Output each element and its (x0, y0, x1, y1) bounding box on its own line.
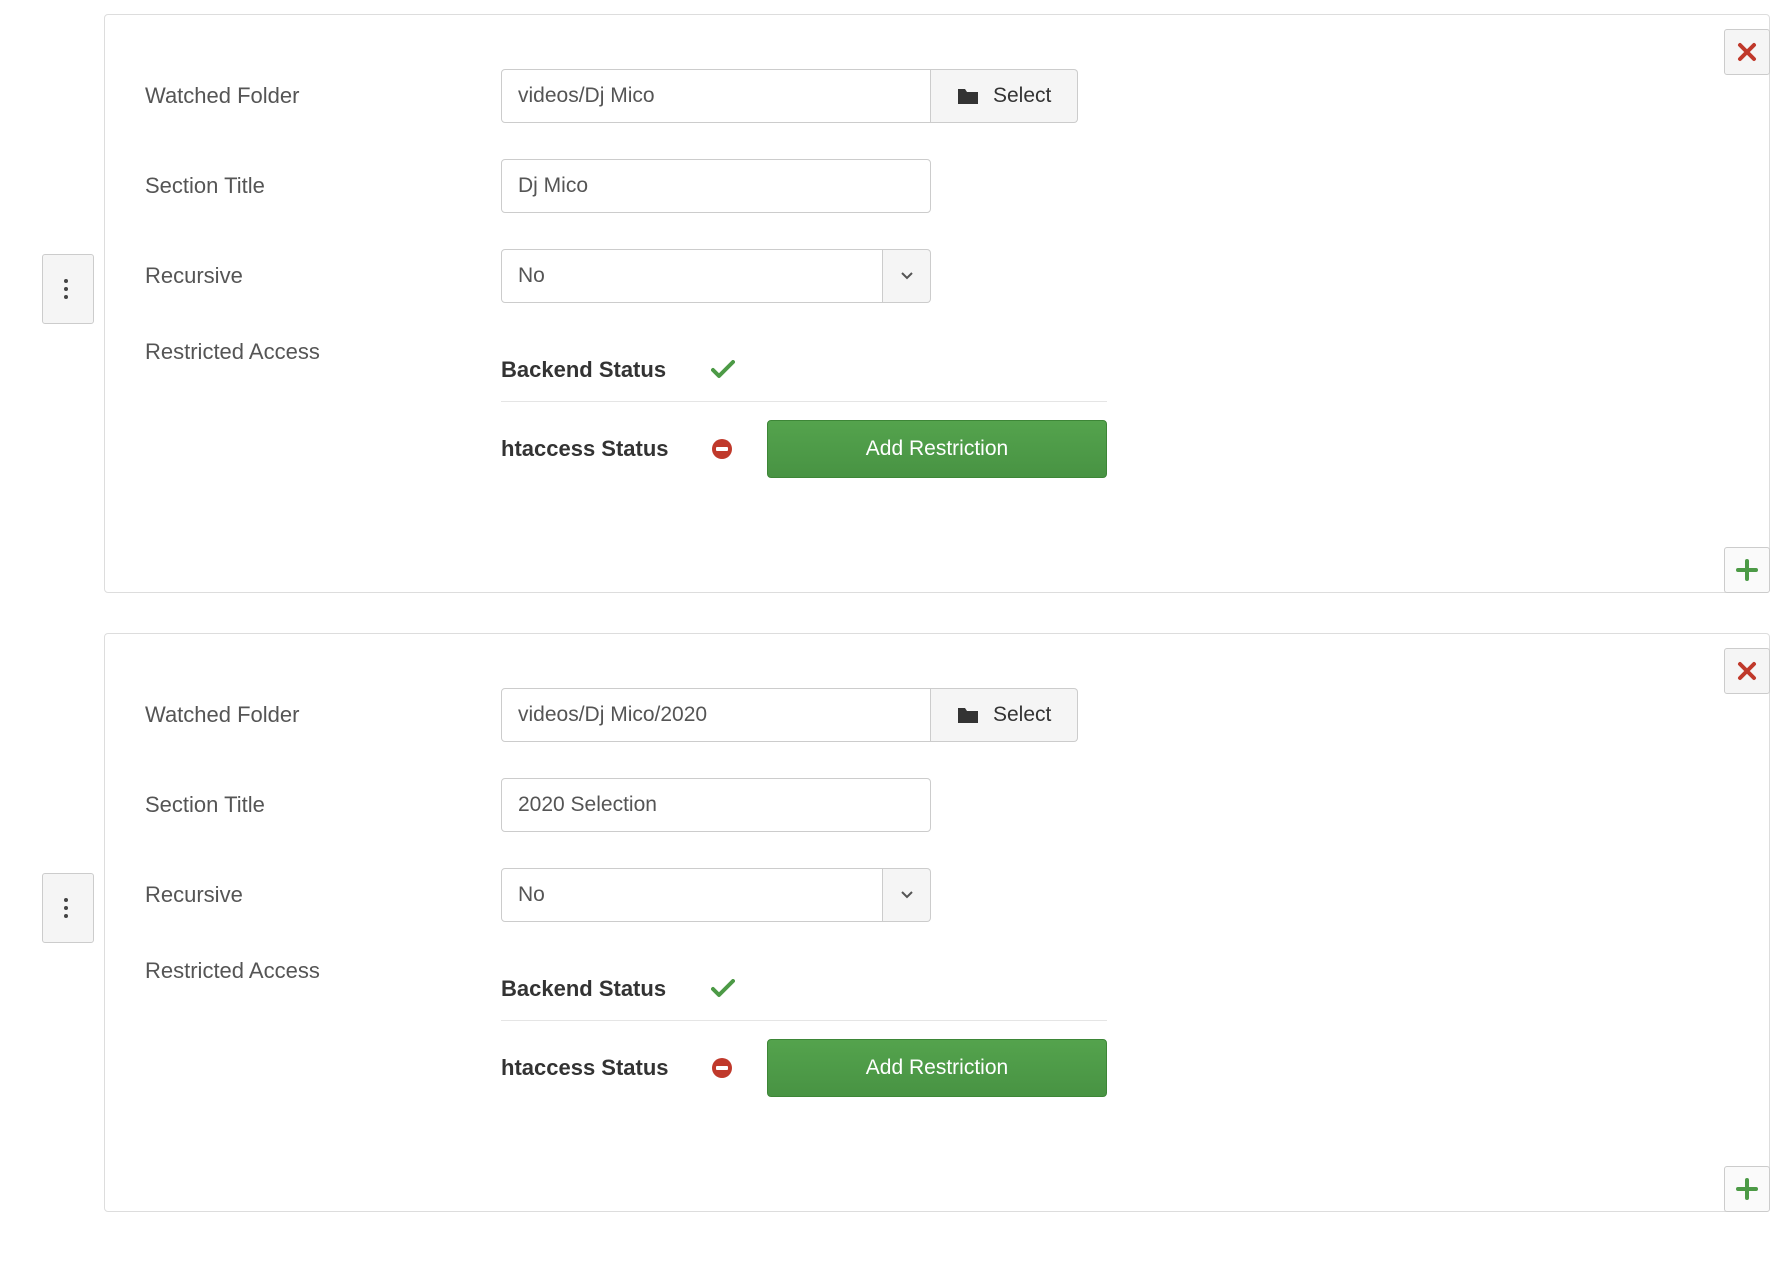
backend-status-label: Backend Status (501, 976, 711, 1002)
grip-vertical-icon (64, 897, 72, 919)
htaccess-status-label: htaccess Status (501, 1055, 711, 1081)
select-button-label: Select (993, 703, 1051, 727)
check-icon (711, 979, 735, 999)
recursive-select[interactable]: No (501, 249, 931, 303)
select-folder-button[interactable]: Select (931, 688, 1078, 742)
select-button-label: Select (993, 84, 1051, 108)
drag-handle[interactable] (42, 873, 94, 943)
recursive-select-caret[interactable] (883, 868, 931, 922)
add-button[interactable] (1724, 547, 1770, 593)
close-icon (1737, 661, 1757, 681)
deny-icon (711, 1057, 733, 1079)
recursive-select-value[interactable]: No (501, 249, 883, 303)
section-title-input[interactable] (501, 778, 931, 832)
recursive-select[interactable]: No (501, 868, 931, 922)
recursive-select-value[interactable]: No (501, 868, 883, 922)
grip-vertical-icon (64, 278, 72, 300)
section-title-label: Section Title (145, 173, 501, 199)
backend-status-label: Backend Status (501, 357, 711, 383)
section-title-input[interactable] (501, 159, 931, 213)
add-button[interactable] (1724, 1166, 1770, 1212)
select-folder-button[interactable]: Select (931, 69, 1078, 123)
restricted-access-label: Restricted Access (145, 958, 501, 984)
plus-icon (1736, 1178, 1758, 1200)
restricted-access-label: Restricted Access (145, 339, 501, 365)
recursive-label: Recursive (145, 882, 501, 908)
folder-icon (957, 87, 979, 105)
drag-handle[interactable] (42, 254, 94, 324)
caret-down-icon (901, 272, 913, 280)
plus-icon (1736, 559, 1758, 581)
add-restriction-button[interactable]: Add Restriction (767, 420, 1107, 478)
check-icon (711, 360, 735, 380)
folder-icon (957, 706, 979, 724)
close-button[interactable] (1724, 29, 1770, 75)
recursive-select-caret[interactable] (883, 249, 931, 303)
watched-folder-input[interactable] (501, 69, 931, 123)
folder-card: Watched Folder Select Section Title (0, 633, 1782, 1212)
close-button[interactable] (1724, 648, 1770, 694)
caret-down-icon (901, 891, 913, 899)
folder-card: Watched Folder Select Section Title (0, 14, 1782, 593)
deny-icon (711, 438, 733, 460)
watched-folder-label: Watched Folder (145, 83, 501, 109)
recursive-label: Recursive (145, 263, 501, 289)
add-restriction-button[interactable]: Add Restriction (767, 1039, 1107, 1097)
htaccess-status-label: htaccess Status (501, 436, 711, 462)
watched-folder-input[interactable] (501, 688, 931, 742)
watched-folder-label: Watched Folder (145, 702, 501, 728)
section-title-label: Section Title (145, 792, 501, 818)
close-icon (1737, 42, 1757, 62)
